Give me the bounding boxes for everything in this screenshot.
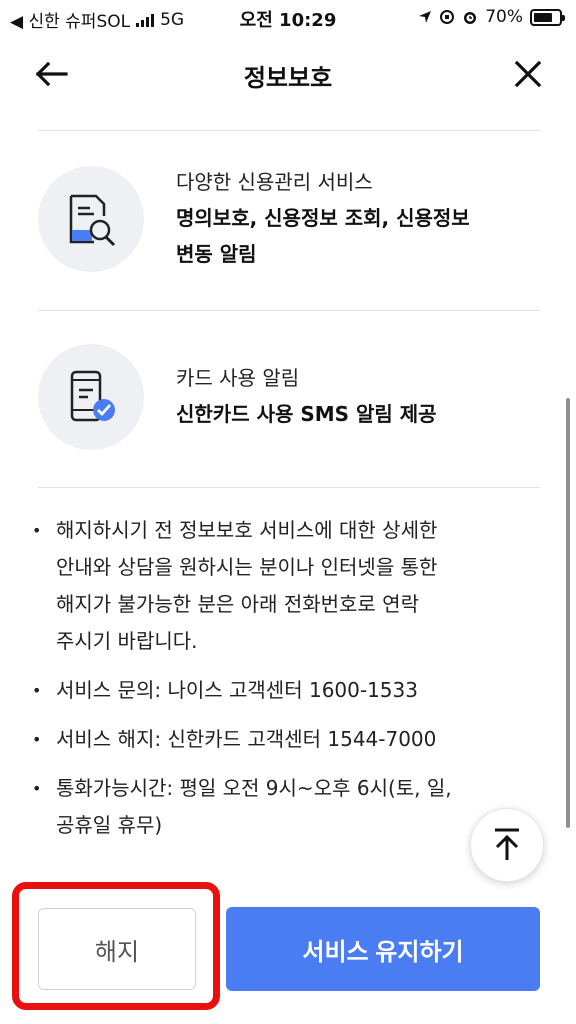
cancel-subscription-button[interactable]: 해지	[38, 908, 196, 990]
divider	[38, 487, 540, 488]
notice-line: 통화가능시간: 평일 오전 9시~오후 6시(토, 일,	[56, 776, 452, 800]
close-icon[interactable]	[514, 60, 542, 88]
feature-text: 카드 사용 알림 신한카드 사용 SMS 알림 제공	[176, 360, 437, 432]
feature-card-alert: 카드 사용 알림 신한카드 사용 SMS 알림 제공	[38, 344, 540, 454]
notice-line: 해지하시기 전 정보보호 서비스에 대한 상세한	[56, 518, 438, 542]
page-title: 정보보호	[243, 64, 333, 92]
feature-text: 다양한 신용관리 서비스 명의보호, 신용정보 조회, 신용정보 변동 알림	[176, 164, 470, 272]
battery-percent: 70%	[485, 7, 523, 27]
notice-line: 주시기 바랍니다.	[56, 629, 198, 653]
feature-title-line1: 명의보호, 신용정보 조회, 신용정보	[176, 206, 470, 230]
phone-check-icon	[70, 370, 115, 422]
keep-service-button[interactable]: 서비스 유지하기	[226, 907, 540, 991]
notice-line: 안내와 상담을 원하시는 분이나 인터넷을 통한	[56, 555, 438, 579]
alarm-icon	[464, 12, 477, 24]
location-arrow-icon	[419, 11, 432, 23]
arrow-up-icon	[495, 828, 519, 860]
notice-line: 공휴일 휴무)	[56, 813, 163, 837]
notice-line: 서비스 문의: 나이스 고객센터 1600-1533	[56, 678, 418, 702]
notice-item: 해지하시기 전 정보보호 서비스에 대한 상세한 안내와 상담을 원하시는 분이…	[32, 512, 522, 660]
status-right: 70%	[418, 7, 565, 27]
rotation-lock-icon	[440, 10, 455, 24]
notice-item: 서비스 문의: 나이스 고객센터 1600-1533	[32, 672, 522, 709]
notice-list: 해지하시기 전 정보보호 서비스에 대한 상세한 안내와 상담을 원하시는 분이…	[32, 512, 522, 856]
document-search-icon	[69, 194, 116, 247]
feature-credit-management: 다양한 신용관리 서비스 명의보호, 신용정보 조회, 신용정보 변동 알림	[38, 166, 540, 276]
icon-circle	[38, 166, 144, 272]
feature-title-line1: 신한카드 사용 SMS 알림 제공	[176, 402, 437, 426]
notice-line: 해지가 불가능한 분은 아래 전화번호로 연락	[56, 592, 419, 616]
feature-subtitle: 다양한 신용관리 서비스	[176, 170, 373, 194]
notice-line: 서비스 해지: 신한카드 고객센터 1544-7000	[56, 727, 437, 751]
divider	[38, 310, 540, 311]
battery-icon	[530, 8, 565, 26]
feature-title-line2: 변동 알림	[176, 242, 257, 266]
feature-subtitle: 카드 사용 알림	[176, 366, 300, 390]
notice-item: 통화가능시간: 평일 오전 9시~오후 6시(토, 일, 공휴일 휴무)	[32, 770, 522, 844]
notice-item: 서비스 해지: 신한카드 고객센터 1544-7000	[32, 721, 522, 758]
status-bar: ◀ 신한 슈퍼SOL 5G 오전 10:29 70%	[0, 0, 576, 34]
scroll-to-top-button[interactable]	[470, 808, 544, 882]
divider	[38, 130, 540, 131]
scrollbar[interactable]	[566, 398, 570, 828]
header: 정보보호	[0, 44, 576, 108]
icon-circle	[38, 344, 144, 450]
bottom-action-bar: 해지 서비스 유지하기	[0, 882, 576, 1024]
